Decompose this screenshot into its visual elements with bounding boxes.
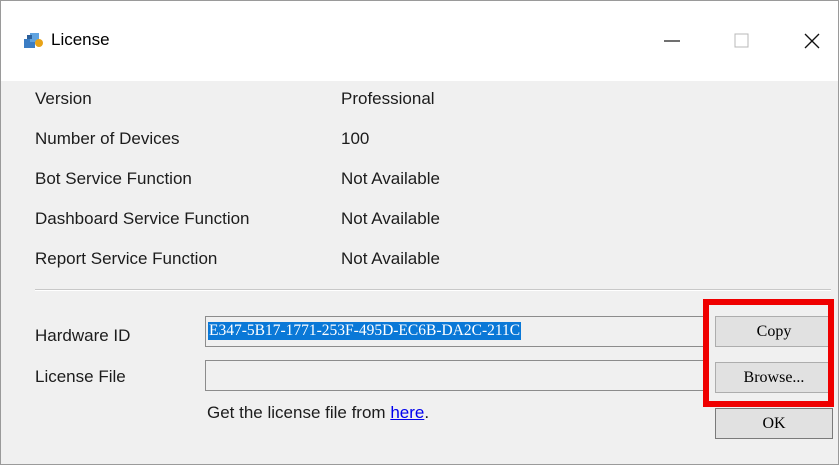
dashboard-service-label: Dashboard Service Function — [35, 209, 250, 228]
bot-service-value: Not Available — [341, 169, 440, 188]
title-bar[interactable]: License — [1, 1, 838, 81]
minimize-icon — [664, 40, 680, 42]
license-hint: Get the license file from here. — [207, 403, 429, 423]
maximize-icon — [734, 33, 749, 48]
here-link[interactable]: here — [390, 403, 424, 422]
hardware-id-field[interactable]: E347-5B17-1771-253F-495D-EC6B-DA2C-211C — [205, 316, 707, 347]
close-icon — [804, 33, 820, 49]
close-button[interactable] — [781, 15, 839, 67]
report-service-value: Not Available — [341, 249, 440, 268]
devices-value: 100 — [341, 129, 370, 148]
minimize-button[interactable] — [641, 15, 703, 67]
bot-service-label: Bot Service Function — [35, 169, 192, 188]
maximize-button[interactable] — [711, 15, 773, 67]
highlight-box — [703, 299, 834, 407]
report-service-label: Report Service Function — [35, 249, 218, 268]
license-app-icon — [24, 33, 43, 48]
ok-button[interactable]: OK — [715, 408, 833, 439]
dashboard-service-value: Not Available — [341, 209, 440, 228]
hardware-id-value: E347-5B17-1771-253F-495D-EC6B-DA2C-211C — [208, 322, 522, 340]
version-label: Version — [35, 89, 92, 108]
version-value: Professional — [341, 89, 435, 108]
window-title: License — [51, 30, 110, 49]
separator — [35, 289, 831, 291]
hardware-id-label: Hardware ID — [35, 326, 131, 345]
devices-label: Number of Devices — [35, 129, 180, 148]
license-file-label: License File — [35, 367, 126, 386]
hint-text: Get the license file from — [207, 403, 391, 422]
hint-suffix: . — [424, 403, 430, 422]
license-file-field[interactable] — [205, 360, 707, 391]
license-window: License Version Professional Number of D… — [0, 0, 839, 465]
